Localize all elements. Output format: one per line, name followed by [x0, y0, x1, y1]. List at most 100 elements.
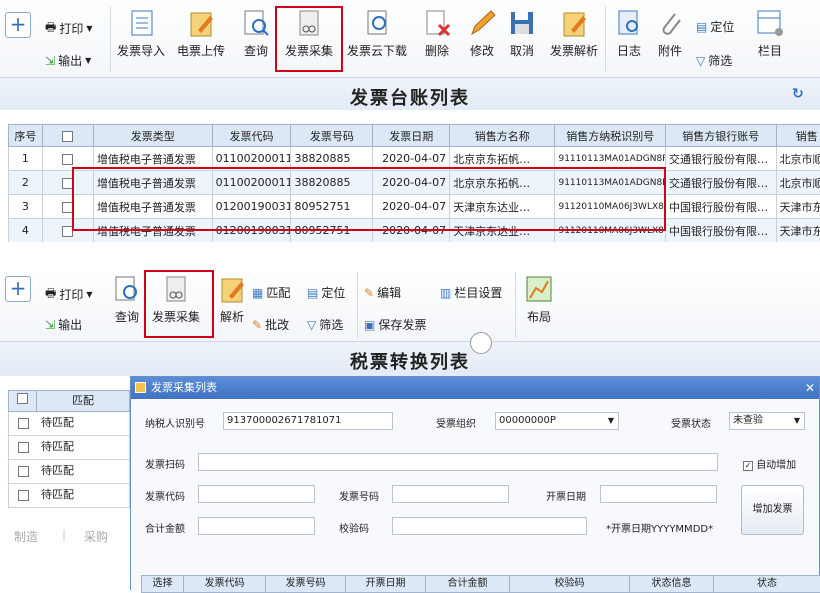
- highlight-rows: [72, 167, 666, 231]
- locate-button[interactable]: ▤定位: [696, 18, 734, 35]
- printer-icon: 🖶: [45, 284, 56, 305]
- collect-dialog: 发票采集列表 ✕ 纳税人识别号 913700002671781071 受票组织 …: [130, 376, 820, 590]
- delete-button[interactable]: 删除: [422, 8, 452, 59]
- cancel-button[interactable]: 取消: [507, 8, 537, 59]
- row-checkbox[interactable]: [62, 154, 73, 165]
- delete-icon: [422, 8, 452, 38]
- parse-button-2[interactable]: 解析: [217, 274, 247, 325]
- status-select[interactable]: 未查验▼: [729, 412, 805, 430]
- highlight-collect: [275, 6, 343, 72]
- check-code-field[interactable]: [392, 517, 587, 535]
- list-item[interactable]: 待匹配: [8, 484, 130, 508]
- cloud-download-button[interactable]: 发票云下载: [347, 8, 407, 59]
- select-all-checkbox[interactable]: [17, 393, 28, 404]
- batch-edit-button[interactable]: ✎批改: [252, 316, 289, 333]
- col-seller-name[interactable]: 销售方名称: [450, 125, 555, 147]
- attach-button[interactable]: 附件: [655, 8, 685, 59]
- cloud-search-icon: [362, 8, 392, 38]
- save-disk-icon: ▣: [364, 318, 375, 332]
- col-seller-more[interactable]: 销售: [776, 125, 820, 147]
- col-number[interactable]: 发票号码: [291, 125, 373, 147]
- paperclip-icon: [655, 8, 685, 38]
- invoice-date-field[interactable]: [600, 485, 717, 503]
- save-disk-icon: [507, 8, 537, 38]
- parse-button[interactable]: 发票解析: [550, 8, 598, 59]
- footer-nav-purchase[interactable]: 采购: [84, 528, 108, 545]
- invoice-number-field[interactable]: [392, 485, 509, 503]
- query-button[interactable]: 查询: [241, 8, 271, 59]
- col-type[interactable]: 发票类型: [93, 125, 212, 147]
- page-title: 发票台账列表: [0, 84, 820, 110]
- col-code[interactable]: 发票代码: [212, 125, 291, 147]
- export-icon: ⇲: [45, 54, 55, 68]
- print-button-2[interactable]: 🖶打印▼: [45, 284, 93, 305]
- locate-icon: ▤: [307, 286, 318, 300]
- col-date[interactable]: 发票日期: [373, 125, 450, 147]
- row-checkbox[interactable]: [18, 442, 29, 453]
- dialog-grid-header: 选择 发票代码 发票号码 开票日期 合计金额 校验码 状态信息 状态: [141, 575, 820, 593]
- col-index: 序号: [9, 125, 43, 147]
- locate-icon: ▤: [696, 20, 707, 34]
- org-select[interactable]: 00000000P▼: [495, 412, 619, 430]
- col-match: 匹配: [37, 391, 129, 411]
- column-settings-button[interactable]: ▥栏目设置: [440, 284, 502, 301]
- list-item[interactable]: 待匹配: [8, 412, 130, 436]
- total-amount-field[interactable]: [198, 517, 315, 535]
- footer-nav-manufacture[interactable]: 制造: [14, 528, 38, 545]
- export-button-2[interactable]: ⇲输出: [45, 316, 82, 333]
- edit-button-2[interactable]: ✎编辑: [364, 284, 401, 301]
- row-checkbox[interactable]: [18, 418, 29, 429]
- locate-button-2[interactable]: ▤定位: [307, 284, 345, 301]
- edit-button[interactable]: 修改: [467, 8, 497, 59]
- columns-settings-icon: [755, 8, 785, 38]
- add-invoice-button[interactable]: 增加发票: [741, 485, 804, 535]
- add-icon[interactable]: +: [5, 276, 31, 302]
- col-select[interactable]: [42, 125, 93, 147]
- close-icon[interactable]: ✕: [805, 377, 815, 399]
- select-all-checkbox[interactable]: [62, 131, 73, 142]
- col-seller-taxid[interactable]: 销售方纳税识别号: [555, 125, 666, 147]
- add-icon[interactable]: +: [5, 12, 31, 38]
- clipboard-edit-icon: [217, 274, 247, 304]
- taxpayer-id-field[interactable]: 913700002671781071: [223, 412, 393, 430]
- pencil-icon: [467, 8, 497, 38]
- upload-button[interactable]: 电票上传: [177, 8, 225, 59]
- batch-edit-icon: ✎: [252, 318, 262, 332]
- chevron-down-icon: ▼: [85, 56, 91, 65]
- col-seller-bank[interactable]: 销售方银行账号: [666, 125, 777, 147]
- printer-icon: 🖶: [45, 18, 56, 39]
- date-format-hint: *开票日期YYYYMMDD*: [606, 520, 713, 535]
- refresh-icon[interactable]: ↻: [792, 86, 804, 102]
- filter-button-2[interactable]: ▽筛选: [307, 316, 343, 333]
- export-icon: ⇲: [45, 318, 55, 332]
- scan-input[interactable]: [198, 453, 718, 471]
- filter-icon: ▽: [307, 318, 316, 332]
- auto-add-checkbox[interactable]: ✓ 自动增加: [743, 456, 796, 471]
- chevron-down-icon: ▼: [86, 24, 92, 33]
- save-invoice-button[interactable]: ▣保存发票: [364, 316, 426, 333]
- list-item[interactable]: 待匹配: [8, 436, 130, 460]
- layout-button[interactable]: 布局: [524, 274, 554, 325]
- tax-list-table: 匹配 待匹配 待匹配 待匹配 待匹配: [8, 390, 130, 508]
- log-button[interactable]: 日志: [614, 8, 644, 59]
- export-button[interactable]: ⇲输出▼: [45, 52, 91, 69]
- query-button-2[interactable]: 查询: [112, 274, 142, 325]
- clipboard-edit-icon: [186, 8, 216, 38]
- row-checkbox[interactable]: [18, 466, 29, 477]
- match-button[interactable]: ▦匹配: [252, 284, 290, 301]
- print-button[interactable]: 🖶打印▼: [45, 18, 93, 39]
- search-doc-icon: [112, 274, 142, 304]
- import-button[interactable]: 发票导入: [117, 8, 165, 59]
- row-checkbox[interactable]: [18, 490, 29, 501]
- dialog-app-icon: [135, 382, 146, 393]
- columns-button[interactable]: 栏目: [755, 8, 785, 59]
- chevron-down-icon: ▼: [794, 413, 800, 429]
- column-settings-icon: ▥: [440, 286, 451, 300]
- rotate-handle-icon[interactable]: [470, 332, 492, 354]
- list-item[interactable]: 待匹配: [8, 460, 130, 484]
- match-icon: ▦: [252, 286, 263, 300]
- filter-button[interactable]: ▽筛选: [696, 52, 732, 69]
- filter-icon: ▽: [696, 54, 705, 68]
- top-toolbar: + 🖶打印▼ ⇲输出▼ 发票导入 电票上传 查询 发票采集 发票云下载 删除 修…: [0, 0, 820, 78]
- invoice-code-field[interactable]: [198, 485, 315, 503]
